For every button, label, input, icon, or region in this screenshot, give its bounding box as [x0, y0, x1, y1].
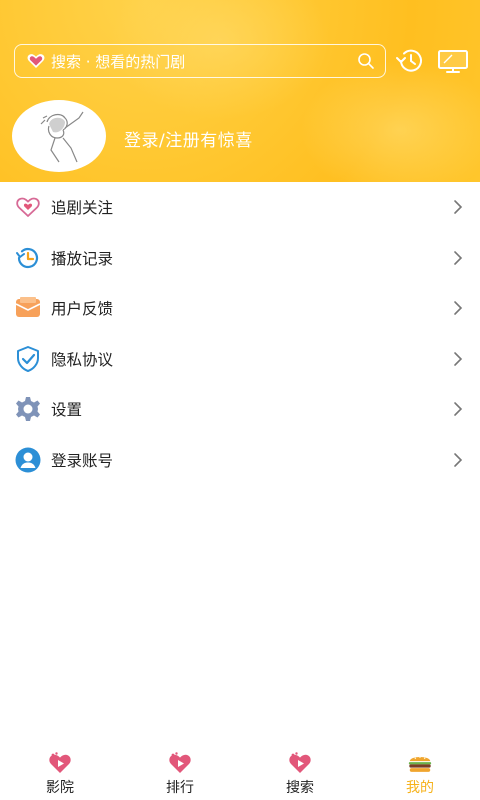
tv-cast-icon[interactable]: [436, 46, 470, 76]
tab-label: 搜索: [286, 780, 314, 796]
play-heart-icon: [47, 752, 73, 774]
burger-icon: [407, 752, 433, 774]
heart-icon: [27, 52, 45, 70]
user-circle-icon: [14, 446, 42, 474]
avatar[interactable]: [12, 100, 106, 172]
search-bar[interactable]: 搜索 · 想看的热门剧: [14, 44, 386, 78]
mail-envelope-icon: [14, 294, 42, 322]
menu-item-label: 用户反馈: [51, 300, 114, 319]
bottom-tab-bar: 影院 排行 搜索 我的: [0, 748, 480, 800]
history-icon[interactable]: [394, 46, 428, 76]
chevron-right-icon: [452, 300, 464, 316]
menu-item-label: 设置: [51, 401, 83, 420]
chevron-right-icon: [452, 401, 464, 417]
chevron-right-icon: [452, 351, 464, 367]
login-promo-text[interactable]: 登录/注册有惊喜: [124, 126, 253, 151]
gear-icon: [14, 395, 42, 423]
menu-item-label: 播放记录: [51, 249, 114, 268]
tab-search[interactable]: 搜索: [240, 748, 360, 800]
menu-item-history[interactable]: 播放记录: [0, 233, 480, 284]
menu-item-feedback[interactable]: 用户反馈: [0, 283, 480, 334]
menu-item-privacy[interactable]: 隐私协议: [0, 334, 480, 385]
tab-label: 排行: [166, 780, 194, 796]
play-heart-icon: [167, 752, 193, 774]
menu-item-label: 登录账号: [51, 451, 114, 470]
shield-check-icon: [14, 345, 42, 373]
chevron-right-icon: [452, 250, 464, 266]
tab-cinema[interactable]: 影院: [0, 748, 120, 800]
chevron-right-icon: [452, 452, 464, 468]
menu-item-follow[interactable]: 追剧关注: [0, 182, 480, 233]
profile-header: 搜索 · 想看的热门剧 登录/注册有惊喜: [0, 0, 480, 182]
search-placeholder: 搜索 · 想看的热门剧: [51, 52, 186, 71]
menu-item-label: 隐私协议: [51, 350, 114, 369]
heart-outline-icon: [14, 193, 42, 221]
search-icon[interactable]: [357, 52, 375, 70]
history-clock-icon: [14, 244, 42, 272]
profile-menu: 追剧关注 播放记录 用户反馈 隐私协议 设置 登录账号: [0, 182, 480, 485]
menu-item-label: 追剧关注: [51, 199, 114, 218]
tab-label: 我的: [406, 780, 434, 796]
play-heart-icon: [287, 752, 313, 774]
menu-item-login[interactable]: 登录账号: [0, 435, 480, 486]
menu-item-settings[interactable]: 设置: [0, 384, 480, 435]
tab-label: 影院: [46, 780, 74, 796]
chevron-right-icon: [452, 199, 464, 215]
tab-ranking[interactable]: 排行: [120, 748, 240, 800]
tab-mine[interactable]: 我的: [360, 748, 480, 800]
